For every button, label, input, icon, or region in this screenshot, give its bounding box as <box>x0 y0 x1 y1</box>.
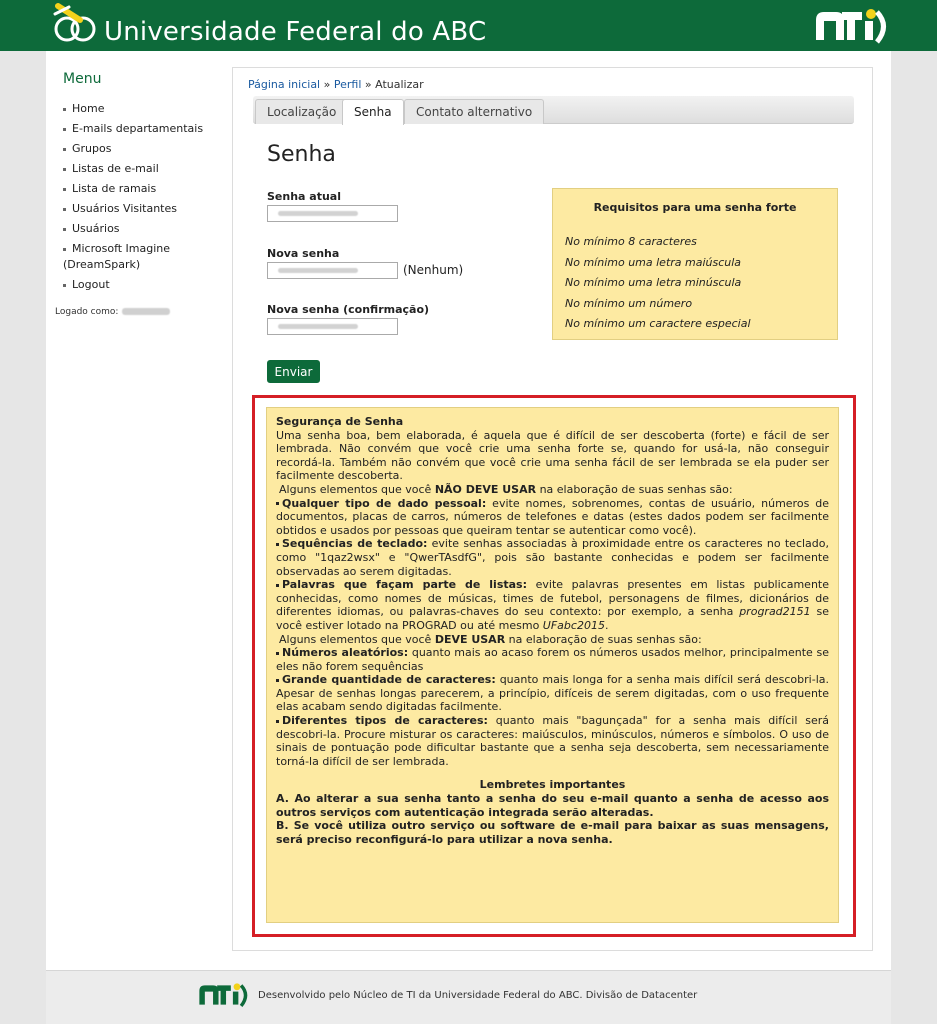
logged-username-redacted <box>122 308 171 315</box>
requirement-item: No mínimo um número <box>565 296 693 310</box>
new-password-label: Nova senha <box>267 247 340 260</box>
submit-button[interactable]: Enviar <box>267 360 320 383</box>
reminders-title: Lembretes importantes <box>479 778 626 792</box>
bullet-icon <box>63 187 66 191</box>
security-title: Segurança de Senha <box>276 415 404 428</box>
reminder-b: B. Se você utiliza outro serviço ou soft… <box>276 819 829 846</box>
requirement-item: No mínimo uma letra minúscula <box>565 276 742 289</box>
bullet-icon <box>63 167 66 171</box>
requirement-item: No mínimo uma letra maiúscula <box>565 255 742 269</box>
dont-item: Sequências de teclado: evite senhas asso… <box>276 537 829 578</box>
current-password-input[interactable] <box>267 205 398 222</box>
requirement-item: No mínimo um caractere especial <box>565 317 751 330</box>
bullet-icon <box>63 207 66 211</box>
page-container: Menu Home E-mails departamentais Grupos … <box>46 51 891 970</box>
sidebar-item-logout[interactable]: Logout <box>63 277 213 293</box>
password-security-info: Segurança de Senha Uma senha boa, bem el… <box>266 407 839 923</box>
requirement-item: No mínimo 8 caracteres <box>565 235 697 248</box>
site-footer: Desenvolvido pelo Núcleo de TI da Univer… <box>46 970 891 1024</box>
bullet-icon <box>276 678 279 682</box>
nti-logo-icon[interactable] <box>814 6 890 46</box>
requirements-title: Requisitos para uma senha forte <box>593 201 797 214</box>
bullet-icon <box>63 283 66 287</box>
sidebar-item-lista-ramais[interactable]: Lista de ramais <box>63 181 213 197</box>
breadcrumb-perfil-link[interactable]: Perfil <box>334 78 362 91</box>
site-header: Universidade Federal do ABC <box>0 0 937 51</box>
sidebar-item-home[interactable]: Home <box>63 101 213 117</box>
sidebar-item-grupos[interactable]: Grupos <box>63 141 213 157</box>
sidebar-item-microsoft-imagine[interactable]: Microsoft Imagine (DreamSpark) <box>63 241 213 273</box>
bullet-icon <box>63 147 66 151</box>
sidebar-title: Menu <box>63 71 102 87</box>
tab-bar: Localização Senha Contato alternativo <box>253 96 854 125</box>
requirements-list: No mínimo 8 caracteres No mínimo uma let… <box>565 232 751 335</box>
breadcrumb: Página inicial » Perfil » Atualizar <box>248 78 424 91</box>
highlight-frame: Segurança de Senha Uma senha boa, bem el… <box>252 395 856 937</box>
breadcrumb-home-link[interactable]: Página inicial <box>248 78 320 91</box>
masked-value <box>278 324 358 329</box>
sidebar-menu: Home E-mails departamentais Grupos Lista… <box>63 101 213 297</box>
do-item: Grande quantidade de caracteres: quanto … <box>276 673 829 714</box>
tab-localizacao[interactable]: Localização <box>255 99 349 124</box>
page-title: Senha <box>267 142 336 167</box>
masked-value <box>278 268 358 273</box>
reminder-a: A. Ao alterar a sua senha tanto a senha … <box>276 792 829 819</box>
dont-item: Palavras que façam parte de listas: evit… <box>276 578 829 632</box>
sidebar-item-usuarios[interactable]: Usuários <box>63 221 213 237</box>
password-requirements-box: Requisitos para uma senha forte No mínim… <box>552 188 838 340</box>
breadcrumb-separator: » <box>320 78 334 91</box>
main-content: Página inicial » Perfil » Atualizar Loca… <box>232 67 873 951</box>
sidebar-item-listas-email[interactable]: Listas de e-mail <box>63 161 213 177</box>
sidebar-item-usuarios-visitantes[interactable]: Usuários Visitantes <box>63 201 213 217</box>
security-intro: Uma senha boa, bem elaborada, é aquela q… <box>276 428 829 483</box>
bullet-icon <box>63 227 66 231</box>
bullet-icon <box>63 107 66 111</box>
bullet-icon <box>276 651 279 655</box>
do-item: Diferentes tipos de caracteres: quanto m… <box>276 714 829 768</box>
do-item: Números aleatórios: quanto mais ao acaso… <box>276 646 829 673</box>
dont-item: Qualquer tipo de dado pessoal: evite nom… <box>276 496 829 537</box>
breadcrumb-current: Atualizar <box>375 78 424 91</box>
bullet-icon <box>276 502 279 506</box>
dont-use-intro: Alguns elementos que você NÃO DEVE USAR … <box>279 482 733 496</box>
bullet-icon <box>63 127 66 131</box>
logged-as-label: Logado como: <box>55 307 119 317</box>
ufabc-logo-icon[interactable] <box>50 2 100 44</box>
bullet-icon <box>276 719 279 723</box>
logged-as: Logado como: <box>55 307 171 317</box>
site-title: Universidade Federal do ABC <box>104 17 487 47</box>
breadcrumb-separator: » <box>361 78 376 91</box>
do-use-intro: Alguns elementos que você DEVE USAR na e… <box>279 632 702 646</box>
new-password-input[interactable] <box>267 262 398 279</box>
confirm-password-label: Nova senha (confirmação) <box>267 303 430 316</box>
sidebar-item-emails-departamentais[interactable]: E-mails departamentais <box>63 121 213 137</box>
current-password-label: Senha atual <box>267 190 342 203</box>
tab-contato-alternativo[interactable]: Contato alternativo <box>404 99 545 124</box>
password-strength-indicator: (Nenhum) <box>403 263 464 277</box>
tab-senha[interactable]: Senha <box>342 99 404 125</box>
confirm-password-input[interactable] <box>267 318 398 335</box>
nti-logo-icon <box>199 983 248 1008</box>
bullet-icon <box>276 583 279 587</box>
bullet-icon <box>63 247 66 251</box>
footer-text: Desenvolvido pelo Núcleo de TI da Univer… <box>258 990 698 1001</box>
masked-value <box>278 211 358 216</box>
bullet-icon <box>276 542 279 546</box>
